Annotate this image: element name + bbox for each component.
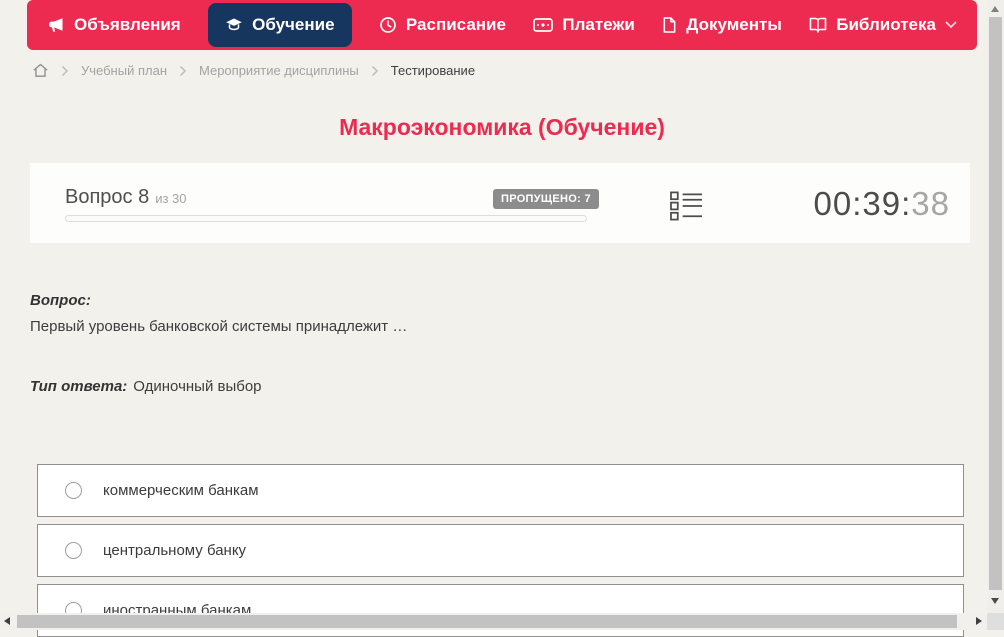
nav-item-payments[interactable]: Платежи	[533, 3, 635, 47]
question-header-card: Вопрос 8 из 30 ПРОПУЩЕНО: 7 00:39:38	[30, 163, 970, 243]
home-icon[interactable]	[32, 62, 49, 79]
breadcrumb-separator-icon	[371, 65, 379, 77]
nav-item-library[interactable]: Библиотека	[809, 3, 957, 47]
top-navigation-items: Объявления Обучение Расписание Платежи Д	[27, 0, 977, 50]
megaphone-icon	[47, 16, 65, 34]
quiz-timer: 00:39:38	[814, 185, 950, 223]
question-text: Первый уровень банковской системы принад…	[30, 318, 408, 335]
horizontal-scrollbar-thumb[interactable]	[17, 615, 957, 628]
question-total: из 30	[155, 191, 187, 206]
book-icon	[809, 17, 827, 33]
question-number: Вопрос 8	[65, 186, 150, 208]
horizontal-scrollbar[interactable]	[0, 613, 988, 630]
nav-item-documents[interactable]: Документы	[662, 3, 782, 47]
answer-option-label: коммерческим банкам	[103, 482, 259, 499]
question-heading: Вопрос:	[30, 292, 91, 309]
breadcrumb-testing: Тестирование	[390, 63, 476, 78]
answer-type-value: Одиночный выбор	[133, 378, 262, 395]
nav-item-training[interactable]: Обучение	[208, 3, 352, 47]
question-counter: Вопрос 8 из 30	[65, 186, 187, 209]
scrollbar-corner	[987, 613, 1004, 630]
scroll-up-arrow-icon[interactable]	[991, 6, 999, 12]
breadcrumb-discipline-event[interactable]: Мероприятие дисциплины	[199, 63, 359, 78]
graduation-cap-icon	[225, 16, 243, 34]
answer-option-2[interactable]: центральному банку	[37, 524, 964, 577]
nav-item-announcements[interactable]: Объявления	[47, 3, 181, 47]
skipped-badge: ПРОПУЩЕНО: 7	[493, 189, 599, 209]
nav-item-label: Обучение	[252, 15, 335, 34]
breadcrumb-separator-icon	[179, 65, 187, 77]
answer-type-line: Тип ответа: Одиночный выбор	[30, 378, 262, 395]
breadcrumb-separator-icon	[61, 65, 69, 77]
document-icon	[662, 16, 677, 34]
vertical-scrollbar-thumb[interactable]	[989, 17, 1002, 590]
scroll-left-arrow-icon[interactable]	[4, 617, 10, 625]
nav-item-schedule[interactable]: Расписание	[379, 3, 506, 47]
nav-item-label: Библиотека	[836, 15, 936, 34]
page-title: Макроэкономика (Обучение)	[339, 114, 665, 140]
scroll-down-arrow-icon[interactable]	[991, 598, 999, 604]
top-navigation-bar: Объявления Обучение Расписание Платежи Д	[27, 0, 977, 50]
scroll-right-arrow-icon[interactable]	[976, 617, 982, 625]
radio-button[interactable]	[65, 482, 82, 499]
radio-button[interactable]	[65, 542, 82, 559]
timer-hours-minutes: 00:39:	[813, 185, 912, 222]
clock-icon	[379, 16, 397, 34]
vertical-scrollbar[interactable]	[987, 0, 1004, 613]
nav-item-label: Объявления	[74, 15, 181, 34]
answer-option-label: центральному банку	[103, 542, 247, 559]
breadcrumb-curriculum[interactable]: Учебный план	[81, 63, 167, 78]
nav-item-label: Расписание	[405, 15, 506, 34]
quiz-progress-bar	[65, 215, 587, 222]
nav-item-label: Документы	[686, 15, 782, 34]
nav-item-label: Платежи	[562, 15, 635, 34]
chevron-down-icon	[945, 21, 957, 29]
timer-seconds: 38	[911, 185, 950, 222]
answer-option-1[interactable]: коммерческим банкам	[37, 464, 964, 517]
banknote-icon	[533, 18, 554, 32]
question-list-icon	[670, 191, 703, 225]
breadcrumb: Учебный план Мероприятие дисциплины Тест…	[32, 62, 475, 79]
answer-type-label: Тип ответа:	[30, 378, 128, 395]
question-list-button[interactable]	[670, 191, 703, 226]
